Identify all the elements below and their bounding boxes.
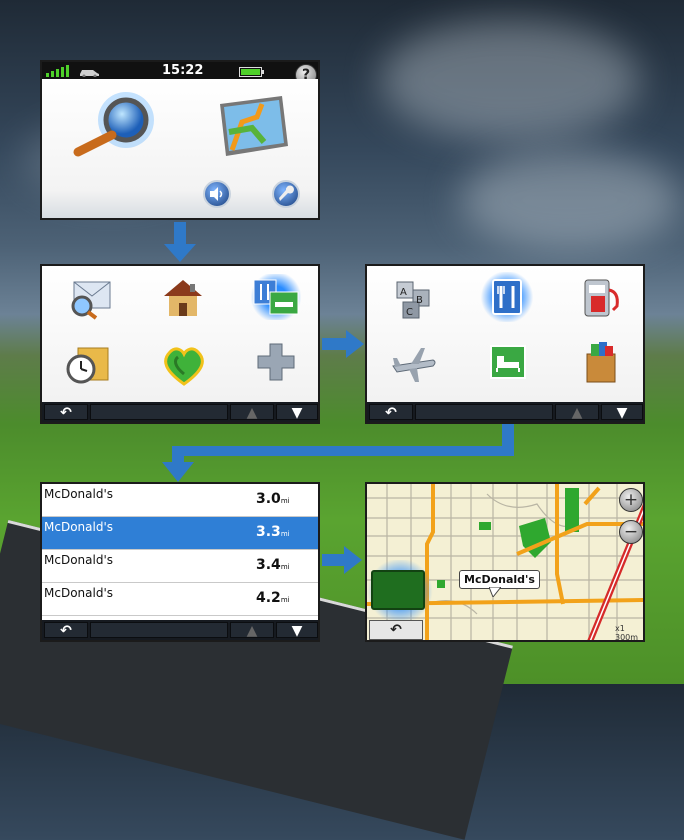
up-arrow-icon: ▲ — [246, 405, 258, 421]
abc-icon[interactable]: ABC — [391, 276, 437, 326]
scale-prefix: x1 — [615, 624, 625, 633]
back-arrow-icon: ↶ — [390, 622, 402, 638]
lodging-icon[interactable] — [489, 344, 529, 386]
distance-unit: mi — [280, 530, 290, 538]
callout-pointer — [489, 587, 501, 597]
button-bar: ↶ ▲ ▼ — [42, 402, 318, 422]
down-arrow-icon: ▼ — [291, 405, 303, 421]
scroll-down-button[interactable]: ▼ — [601, 404, 643, 421]
minus-icon: − — [623, 522, 639, 542]
recent-icon[interactable] — [66, 342, 112, 390]
zoom-out-button[interactable]: − — [619, 520, 643, 544]
speaker-icon[interactable] — [203, 180, 231, 208]
map-back-button[interactable]: ↶ — [369, 620, 423, 640]
signal-icon — [46, 65, 69, 77]
extras-icon[interactable] — [256, 342, 296, 388]
svg-text:C: C — [406, 307, 413, 318]
poi-icon[interactable] — [248, 274, 304, 320]
shopping-icon[interactable] — [581, 340, 621, 388]
transit-icon[interactable] — [389, 344, 439, 388]
place-distance: 4.2mi — [256, 590, 290, 606]
up-arrow-icon: ▲ — [246, 623, 258, 639]
place-distance: 3.3mi — [256, 524, 290, 540]
title-bar — [90, 404, 228, 420]
status-bar: 15:22 ? — [42, 62, 318, 86]
results-list-screen: McDonald's 3.0mi McDonald's 3.3mi McDona… — [40, 482, 320, 642]
svg-text:B: B — [416, 295, 423, 306]
distance-unit: mi — [280, 563, 290, 571]
place-name: McDonald's — [44, 586, 113, 600]
food-icon[interactable] — [479, 272, 535, 322]
scale-label: 300m — [615, 633, 639, 642]
distance-unit: mi — [280, 497, 290, 505]
list-item[interactable]: McDonald's 3.4mi — [42, 550, 318, 583]
plus-icon: + — [623, 490, 639, 510]
svg-text:A: A — [400, 287, 407, 298]
scroll-down-button[interactable]: ▼ — [276, 622, 318, 639]
back-button[interactable]: ↶ — [369, 404, 413, 421]
list-item[interactable]: McDonald's 4.2mi — [42, 583, 318, 616]
down-arrow-icon: ▼ — [291, 623, 303, 639]
button-bar: ↶ ▲ ▼ — [42, 620, 318, 640]
place-name: McDonald's — [44, 553, 113, 567]
favorites-icon[interactable] — [160, 342, 208, 392]
home-icon[interactable] — [160, 276, 206, 324]
location-marker-icon — [367, 560, 433, 622]
down-arrow-icon: ▼ — [616, 405, 628, 421]
search-icon[interactable] — [68, 90, 158, 166]
main-menu-screen: 15:22 ? — [40, 60, 320, 220]
up-arrow-icon: ▲ — [571, 405, 583, 421]
map-scale: x1 300m — [615, 624, 639, 642]
scroll-up-button[interactable]: ▲ — [230, 622, 274, 639]
back-arrow-icon: ↶ — [60, 405, 72, 421]
clock-time: 15:22 — [162, 63, 204, 78]
distance-unit: mi — [280, 596, 290, 604]
map-screen: McDonald's + − ↶ x1 300m — [365, 482, 645, 642]
place-distance: 3.4mi — [256, 557, 290, 573]
fuel-icon[interactable] — [579, 276, 625, 324]
back-button[interactable]: ↶ — [44, 622, 88, 639]
scroll-up-button[interactable]: ▲ — [555, 404, 599, 421]
place-name: McDonald's — [44, 520, 113, 534]
poi-menu-screen: ABC ↶ ▲ ▼ — [365, 264, 645, 424]
list-item[interactable]: McDonald's 3.0mi — [42, 484, 318, 517]
list-item[interactable]: McDonald's 3.3mi — [42, 517, 318, 550]
cloud — [460, 150, 680, 250]
back-arrow-icon: ↶ — [385, 405, 397, 421]
wrench-icon[interactable] — [272, 180, 300, 208]
back-button[interactable]: ↶ — [44, 404, 88, 421]
button-bar: ↶ ▲ ▼ — [367, 402, 643, 422]
back-arrow-icon: ↶ — [60, 623, 72, 639]
category-menu-screen: ↶ ▲ ▼ — [40, 264, 320, 424]
zoom-in-button[interactable]: + — [619, 488, 643, 512]
cloud — [380, 20, 640, 140]
title-bar — [415, 404, 553, 420]
place-distance: 3.0mi — [256, 491, 290, 507]
scroll-up-button[interactable]: ▲ — [230, 404, 274, 421]
place-name: McDonald's — [44, 487, 113, 501]
title-bar — [90, 622, 228, 638]
map-icon[interactable] — [212, 92, 292, 166]
scroll-down-button[interactable]: ▼ — [276, 404, 318, 421]
address-icon[interactable] — [68, 278, 114, 324]
